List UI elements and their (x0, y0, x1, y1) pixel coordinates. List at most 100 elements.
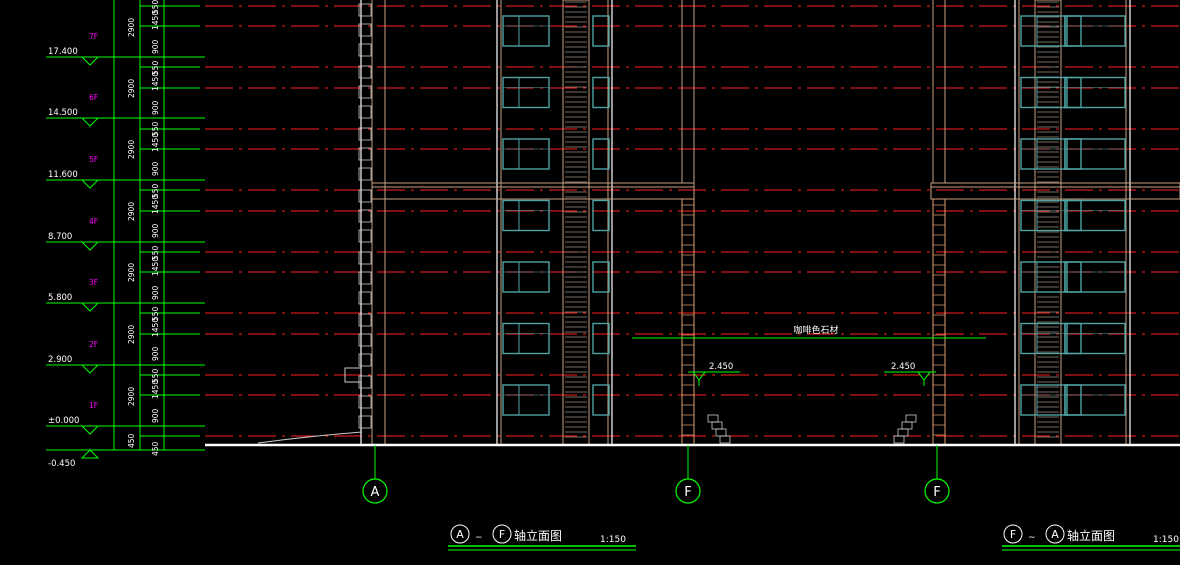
ladder (681, 198, 695, 446)
level-triangle (80, 179, 100, 189)
level-elevation: 2.900 (48, 355, 72, 365)
level-triangle (80, 117, 100, 127)
dim-col2-label: 1450 (151, 11, 160, 30)
floor-tag: 1F (89, 401, 98, 410)
elevation-drawing[interactable]: 2900290029002900290029002900450550145090… (0, 0, 1180, 565)
window (1064, 76, 1126, 109)
window-small (592, 76, 610, 109)
window (1020, 199, 1068, 232)
window (1064, 261, 1126, 293)
level-triangle (80, 56, 100, 66)
window (1064, 384, 1126, 416)
dimension-chain: 2900290029002900290029002900450550145090… (46, 0, 205, 456)
dim-col2-label: 1450 (151, 195, 160, 214)
level-elevation: ±0.000 (48, 416, 79, 426)
dim-col2-label: 450 (151, 441, 160, 456)
level-triangle (80, 241, 100, 251)
entry-step (707, 414, 719, 423)
level-elevation: -0.450 (48, 459, 75, 469)
title2-text: 轴立面图 (1067, 528, 1115, 543)
drawing-title-1: A ~ F 轴立面图 1:150 (448, 524, 636, 551)
window (1020, 384, 1068, 416)
level-triangle (80, 449, 100, 459)
ladder (932, 198, 946, 446)
dim-col1-label: 2900 (127, 140, 136, 159)
window (1064, 199, 1126, 232)
title1-from-axis: A (456, 528, 464, 541)
axis-label: F (933, 485, 940, 500)
floor-tag: 3F (89, 278, 98, 287)
dim-col2-label: 1450 (151, 380, 160, 399)
window-small (592, 199, 610, 232)
entry-step (719, 435, 731, 444)
window (1020, 15, 1068, 47)
entry-step (715, 428, 727, 437)
title1-to-axis: F (499, 528, 505, 541)
entry-step (711, 421, 723, 430)
axis-bubbles: AFF (362, 445, 950, 504)
window-small (592, 15, 610, 47)
dim-col2-label: 900 (151, 408, 160, 423)
level-triangle (80, 302, 100, 312)
drawing-title-2: F ~ A 轴立面图 1:150 (1002, 524, 1180, 551)
window-small (592, 322, 610, 355)
elevation-tag-left: 2.450 (688, 362, 740, 386)
axis-label: F (684, 485, 691, 500)
title2-tilde: ~ (1028, 533, 1036, 543)
dim-col1-label: 2900 (127, 387, 136, 406)
window (1020, 138, 1068, 170)
ramp (257, 431, 363, 444)
title1-scale: 1:150 (600, 535, 626, 545)
window (502, 76, 550, 109)
dim-col1-label: 2900 (127, 18, 136, 37)
window-small (592, 261, 610, 293)
floor-tag: 7F (89, 32, 98, 41)
title2-scale: 1:150 (1153, 535, 1179, 545)
title1-text: 轴立面图 (514, 528, 562, 543)
elevation-left-value: 2.450 (709, 362, 733, 372)
entry-step (901, 421, 913, 430)
level-elevation: 14.500 (48, 108, 78, 118)
level-triangle (80, 364, 100, 374)
entry-step (905, 414, 917, 423)
axis-label: A (371, 485, 380, 500)
window (1020, 322, 1068, 355)
title2-from-axis: F (1010, 528, 1016, 541)
window (502, 322, 550, 355)
dim-col2-label: 1450 (151, 72, 160, 91)
dim-col1-label: 2900 (127, 202, 136, 221)
dim-col1-label: 450 (127, 433, 136, 448)
elevation-right-value: 2.450 (891, 362, 915, 372)
level-elevation: 8.700 (48, 232, 72, 242)
window (502, 138, 550, 170)
level-elevation: 11.600 (48, 170, 78, 180)
material-label: 咖啡色石材 (793, 324, 838, 336)
title2-to-axis: A (1051, 528, 1059, 541)
floor-tag: 5F (89, 155, 98, 164)
dim-col2-label: 900 (151, 346, 160, 361)
dim-col2-label: 1450 (151, 133, 160, 152)
dim-col1-label: 2900 (127, 325, 136, 344)
dim-col2-label: 900 (151, 39, 160, 54)
dim-col2-label: 900 (151, 285, 160, 300)
window-small (592, 384, 610, 416)
floor-tag: 4F (89, 217, 98, 226)
dim-col1-label: 2900 (127, 263, 136, 282)
floor-tag: 2F (89, 340, 98, 349)
window (502, 199, 550, 232)
elevation-tag-right: 2.450 (884, 362, 936, 386)
window (502, 15, 550, 47)
window (1064, 138, 1126, 170)
dim-col2-label: 900 (151, 100, 160, 115)
window (502, 261, 550, 293)
window-small (592, 138, 610, 170)
dim-col2-label: 900 (151, 161, 160, 176)
level-markers: 7F 17.400 6F 14.500 5F 11.600 4F 8.700 3F 5.800 2F… (48, 32, 100, 469)
level-elevation: 5.800 (48, 293, 72, 303)
entry-step (897, 428, 909, 437)
window (502, 384, 550, 416)
level-triangle (80, 425, 100, 435)
floor-band (371, 182, 695, 200)
entry-step (893, 435, 905, 444)
dim-col2-label: 1450 (151, 318, 160, 337)
